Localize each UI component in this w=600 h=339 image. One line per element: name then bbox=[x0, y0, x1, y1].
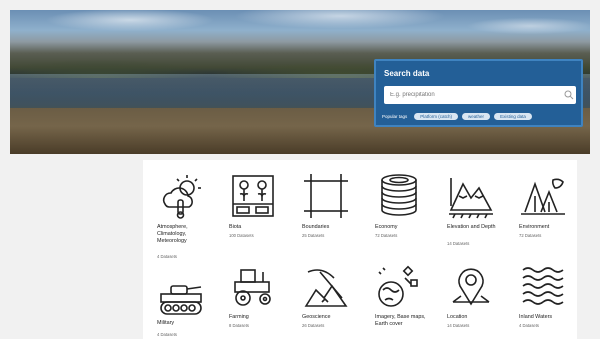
category-name: Biota bbox=[229, 224, 242, 230]
category-count: 8 Datasets bbox=[229, 323, 250, 328]
category-name: Military bbox=[157, 320, 175, 326]
category-name: Geoscience bbox=[302, 314, 331, 320]
category-card-inland-waters[interactable]: Inland Waters 4 Datasets bbox=[511, 258, 576, 337]
category-name: Boundaries bbox=[302, 224, 330, 230]
tag-chip[interactable]: weather bbox=[462, 113, 491, 120]
category-card-farming[interactable]: Farming 8 Datasets bbox=[221, 258, 286, 337]
category-card-military[interactable]: Military 4 Datasets bbox=[149, 270, 214, 339]
search-panel: Search data Popular tags Platform (catch… bbox=[374, 59, 583, 127]
category-name: Environment bbox=[519, 224, 550, 230]
category-card-biota[interactable]: Biota 100 Datasets bbox=[221, 168, 286, 247]
category-count: 4 Datasets bbox=[519, 323, 540, 328]
weather-sun-cloud-icon bbox=[162, 175, 201, 219]
category-count: 26 Datasets bbox=[302, 323, 325, 328]
elevation-mountains-icon bbox=[449, 178, 493, 219]
category-card-location[interactable]: Location 14 Datasets bbox=[439, 258, 504, 337]
category-name: Economy bbox=[375, 224, 398, 230]
category-grid: Atmosphere, Climatology, Meteorology 4 D… bbox=[143, 160, 577, 339]
category-card-geoscience[interactable]: Geoscience 26 Datasets bbox=[294, 258, 359, 337]
category-count: 72 Datasets bbox=[519, 233, 542, 238]
category-name: Inland Waters bbox=[519, 314, 553, 320]
tractor-icon bbox=[234, 269, 271, 306]
tag-chip[interactable]: Platform (catch) bbox=[414, 113, 459, 120]
category-card-environment[interactable]: Environment 72 Datasets bbox=[511, 168, 576, 247]
pickaxe-rock-icon bbox=[304, 269, 348, 307]
map-pin-icon bbox=[452, 268, 490, 306]
category-card-atmosphere[interactable]: Atmosphere, Climatology, Meteorology 4 D… bbox=[149, 168, 214, 263]
category-count: 14 Datasets bbox=[447, 323, 470, 328]
search-input[interactable] bbox=[384, 86, 576, 104]
category-name: Elevation and Depth bbox=[447, 224, 496, 230]
coins-stack-icon bbox=[381, 174, 417, 216]
popular-tags: Popular tags Platform (catch) weather Ex… bbox=[382, 113, 532, 120]
category-name: Farming bbox=[229, 314, 249, 320]
category-count: 25 Datasets bbox=[302, 233, 325, 238]
category-name: Imagery, Base maps, Earth cover bbox=[375, 314, 426, 327]
popular-tags-label: Popular tags bbox=[382, 114, 408, 119]
category-count: 72 Datasets bbox=[375, 233, 398, 238]
category-count: 4 Datasets bbox=[157, 254, 178, 259]
category-card-elevation[interactable]: Elevation and Depth 14 Datasets bbox=[439, 168, 504, 247]
category-card-boundaries[interactable]: Boundaries 25 Datasets bbox=[294, 168, 359, 247]
category-count: 100 Datasets bbox=[229, 233, 254, 238]
category-name: Location bbox=[447, 314, 468, 320]
category-count: 4 Datasets bbox=[157, 332, 178, 337]
environment-trees-icon bbox=[521, 178, 565, 215]
category-name: Atmosphere, Climatology, Meteorology bbox=[157, 224, 188, 244]
waves-icon bbox=[522, 267, 564, 305]
category-card-economy[interactable]: Economy 72 Datasets bbox=[367, 168, 432, 247]
search-title: Search data bbox=[384, 69, 430, 78]
satellite-earth-icon bbox=[378, 265, 418, 307]
search-icon[interactable] bbox=[564, 90, 574, 100]
biota-plants-icon bbox=[232, 175, 274, 217]
boundaries-square-icon bbox=[304, 174, 348, 218]
tag-chip[interactable]: Existing data bbox=[494, 113, 532, 120]
tank-icon bbox=[160, 285, 202, 315]
category-card-imagery[interactable]: Imagery, Base maps, Earth cover bbox=[367, 258, 432, 339]
category-count: 14 Datasets bbox=[447, 241, 470, 246]
